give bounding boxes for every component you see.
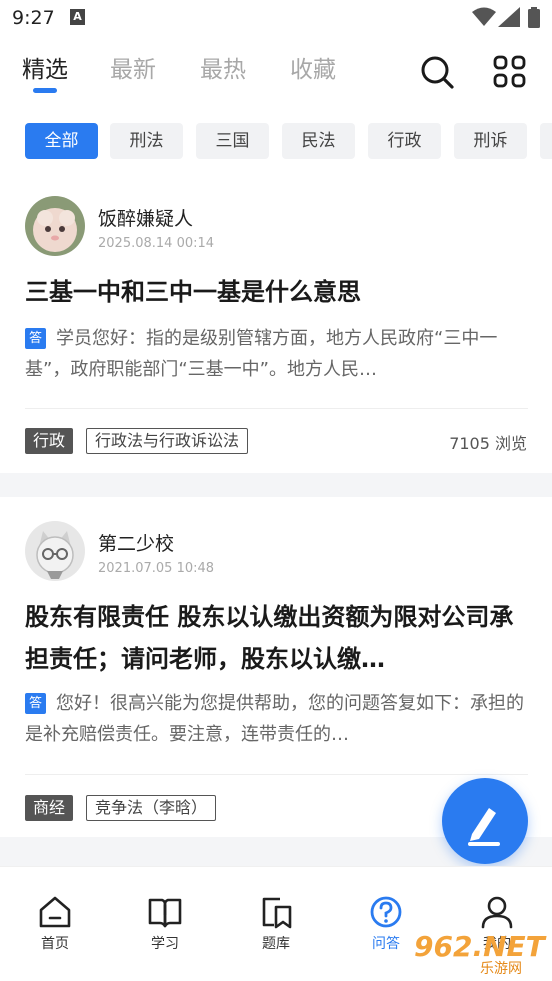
wifi-icon — [472, 7, 496, 26]
nav-question-bank[interactable]: 题库 — [236, 895, 316, 953]
status-bar: 9:27 A — [0, 0, 552, 36]
view-count: 7105 浏览 — [449, 434, 527, 453]
chip-all[interactable]: 全部 — [25, 123, 98, 159]
tab-hottest[interactable]: 最热 — [200, 50, 246, 84]
answer-badge: 答 — [25, 328, 46, 349]
answer-text: 您好！很高兴能为您提供帮助，您的问题答复如下：承担的是补充赔偿责任。要注意，连带… — [25, 693, 524, 745]
question-title[interactable]: 股东有限责任 股东以认缴出资额为限对公司承担责任；请问老师，股东以认缴… — [25, 596, 525, 680]
tab-latest[interactable]: 最新 — [110, 50, 156, 84]
chip-administrative[interactable]: 行政 — [368, 123, 441, 159]
search-icon[interactable] — [419, 54, 455, 90]
topic-tag[interactable]: 竞争法（李晗） — [86, 795, 217, 821]
watermark-logo: 962.NET 乐游网 — [414, 930, 546, 977]
answer-preview[interactable]: 答您好！很高兴能为您提供帮助，您的问题答复如下：承担的是补充赔偿责任。要注意，连… — [25, 688, 525, 750]
chip-more[interactable] — [540, 123, 552, 159]
avatar[interactable] — [25, 521, 85, 581]
battery-icon — [528, 7, 540, 28]
grid-apps-icon[interactable] — [492, 54, 528, 90]
topic-tag[interactable]: 行政法与行政诉讼法 — [86, 428, 249, 454]
nav-study[interactable]: 学习 — [125, 895, 205, 953]
answer-preview[interactable]: 答学员您好：指的是级别管辖方面，地方人民政府“三中一基”，政府职能部门“三基一中… — [25, 323, 525, 385]
chip-criminal-procedure[interactable]: 刑诉 — [454, 123, 527, 159]
nav-label: 首页 — [41, 936, 69, 952]
tab-favorites[interactable]: 收藏 — [290, 50, 336, 84]
post-date: 2025.08.14 00:14 — [98, 236, 215, 251]
top-tabs: 精选 最新 最热 收藏 — [0, 44, 552, 100]
chip-civil-law[interactable]: 民法 — [282, 123, 355, 159]
username[interactable]: 第二少校 — [98, 529, 174, 556]
question-title[interactable]: 三基一中和三中一基是什么意思 — [25, 271, 525, 313]
active-tab-indicator — [33, 88, 57, 93]
avatar[interactable] — [25, 196, 85, 256]
status-time: 9:27 — [12, 7, 55, 29]
nav-label: 题库 — [262, 936, 290, 952]
watermark-subtext: 乐游网 — [480, 961, 522, 977]
post-date: 2021.07.05 10:48 — [98, 561, 215, 576]
book-icon — [148, 898, 182, 928]
tab-featured[interactable]: 精选 — [22, 50, 68, 84]
username[interactable]: 饭醉嫌疑人 — [98, 204, 193, 231]
chip-three-nations[interactable]: 三国 — [196, 123, 269, 159]
category-tag[interactable]: 行政 — [25, 428, 74, 454]
divider — [25, 408, 528, 409]
answer-text: 学员您好：指的是级别管辖方面，地方人民政府“三中一基”，政府职能部门“三基一中”… — [25, 328, 498, 380]
section-gap — [0, 473, 552, 497]
qa-icon — [370, 896, 402, 928]
nav-label: 学习 — [151, 936, 179, 952]
nav-home[interactable]: 首页 — [15, 895, 95, 953]
compose-icon — [468, 808, 500, 846]
chip-criminal-law[interactable]: 刑法 — [110, 123, 183, 159]
question-bank-icon — [262, 897, 292, 929]
profile-icon — [481, 896, 513, 929]
category-tag[interactable]: 商经 — [25, 795, 74, 821]
ask-question-button[interactable] — [442, 778, 528, 864]
home-icon — [39, 896, 71, 928]
category-filter: 全部 刑法 三国 民法 行政 刑诉 — [0, 123, 552, 161]
signal-icon — [498, 7, 520, 27]
divider — [25, 774, 528, 775]
notification-icon: A — [70, 9, 85, 25]
answer-badge: 答 — [25, 693, 46, 714]
post-card[interactable]: 饭醉嫌疑人 2025.08.14 00:14 三基一中和三中一基是什么意思 答学… — [0, 178, 552, 473]
